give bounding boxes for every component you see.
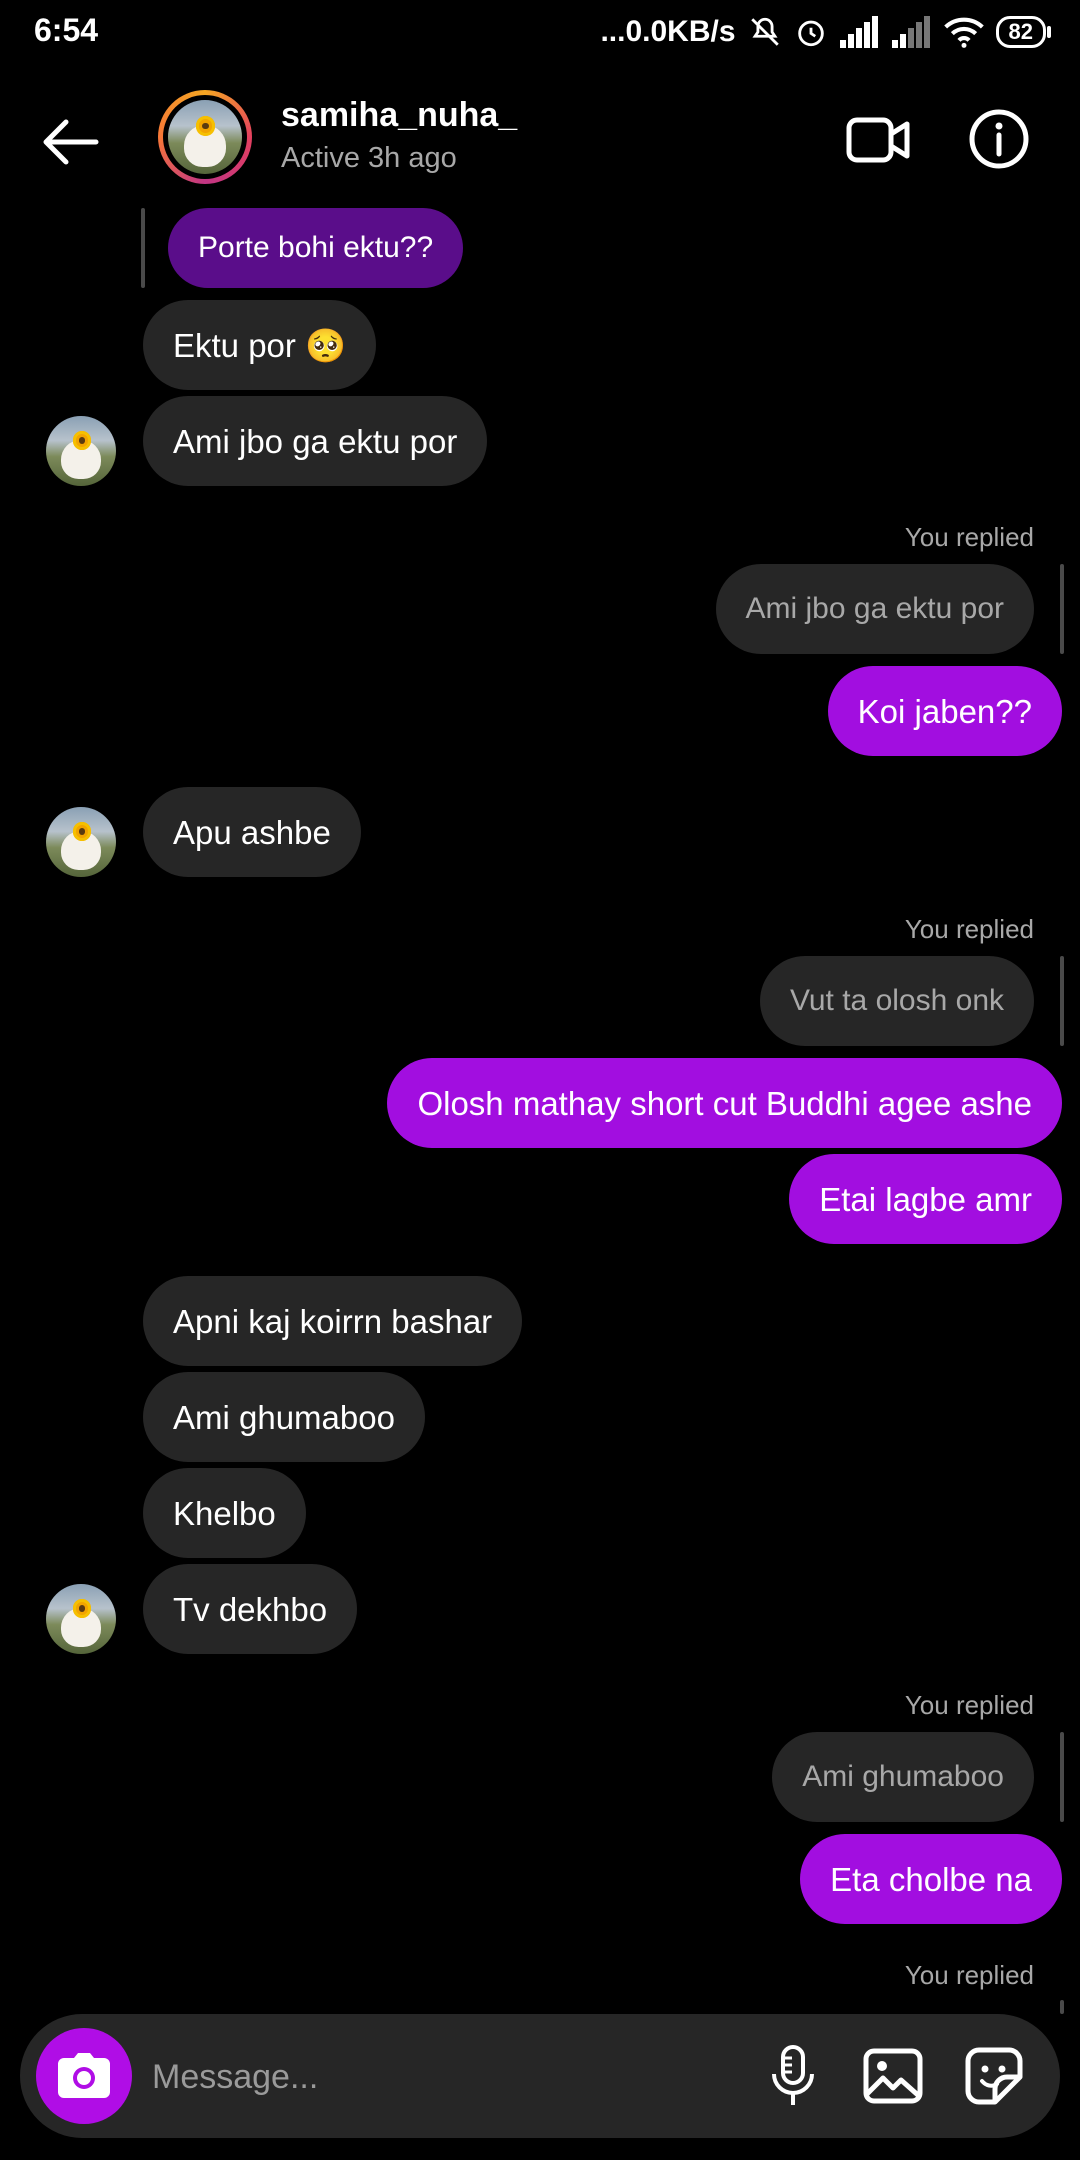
microphone-icon (772, 2045, 814, 2105)
incoming-message[interactable]: Khelbo (143, 1468, 306, 1558)
battery-indicator: 82 (995, 16, 1052, 48)
signal-icon (839, 16, 878, 48)
outgoing-message[interactable]: Eta cholbe na (800, 1834, 1062, 1924)
reply-label: You replied (904, 914, 1034, 944)
gallery-button[interactable] (855, 2038, 931, 2114)
reply-bar (1060, 1732, 1064, 1822)
network-speed: ...0.0KB/s (600, 15, 736, 48)
quoted-message[interactable]: Ami ghumaboo (772, 1732, 1034, 1822)
sender-avatar[interactable] (46, 416, 116, 486)
message-composer (20, 2014, 1060, 2138)
reply-bar (1060, 564, 1064, 654)
status-time: 6:54 (34, 12, 99, 48)
sender-avatar[interactable] (46, 1584, 116, 1654)
quoted-message[interactable]: Ami jbo ga ektu por (715, 564, 1034, 654)
reply-label: You replied (904, 1690, 1034, 1720)
reply-bar (1060, 956, 1064, 1046)
wifi-icon (943, 17, 984, 48)
status-icons: ...0.0KB/s 82 (600, 12, 1052, 52)
video-call-button[interactable] (845, 110, 911, 170)
reply-label: You replied (904, 522, 1034, 552)
incoming-message[interactable]: Ektu por 🥺 (143, 300, 377, 390)
quoted-message[interactable]: Porte bohi ektu?? (168, 208, 464, 288)
info-icon (969, 109, 1029, 169)
incoming-message[interactable]: Apni kaj koirrn bashar (143, 1276, 523, 1366)
status-bar: 6:54 ...0.0KB/s 82 (0, 0, 1080, 64)
chat-username[interactable]: samiha_nuha_ (281, 96, 517, 135)
incoming-message[interactable]: Ami jbo ga ektu por (143, 396, 488, 486)
sticker-icon (965, 2047, 1023, 2105)
alarm-icon (797, 20, 824, 47)
info-button[interactable] (968, 108, 1030, 170)
incoming-message[interactable]: Apu ashbe (143, 787, 361, 877)
profile-avatar[interactable] (158, 90, 252, 184)
back-button[interactable] (38, 110, 102, 174)
arrow-left-icon (43, 119, 99, 165)
incoming-message[interactable]: Ami ghumaboo (143, 1372, 425, 1462)
incoming-message[interactable]: Tv dekhbo (143, 1564, 358, 1654)
signal-weak-icon (891, 16, 930, 48)
reply-bar (141, 208, 145, 288)
image-icon (863, 2048, 923, 2104)
chat-header: samiha_nuha_ Active 3h ago (0, 72, 1080, 202)
sender-avatar[interactable] (46, 807, 116, 877)
reply-label: You replied (904, 1960, 1034, 1990)
camera-icon (58, 2053, 110, 2098)
reply-bar (1060, 2000, 1064, 2014)
sticker-button[interactable] (956, 2038, 1032, 2114)
voice-message-button[interactable] (755, 2038, 831, 2114)
outgoing-message[interactable]: Koi jaben?? (827, 666, 1062, 756)
quoted-message[interactable]: Vut ta olosh onk (759, 956, 1034, 1046)
message-input[interactable] (150, 2044, 714, 2110)
outgoing-message[interactable]: Olosh mathay short cut Buddhi agee ashe (387, 1058, 1062, 1148)
activity-status: Active 3h ago (281, 142, 457, 174)
video-camera-icon (846, 117, 910, 163)
mute-icon (750, 17, 779, 46)
outgoing-message[interactable]: Etai lagbe amr (789, 1154, 1062, 1244)
camera-button[interactable] (36, 2028, 132, 2124)
